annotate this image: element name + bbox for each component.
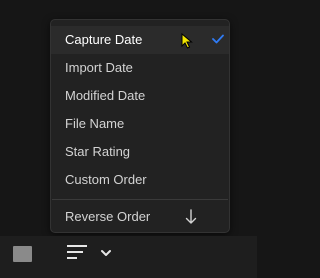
menu-item-label: File Name (65, 116, 125, 131)
menu-item-label: Import Date (65, 60, 133, 75)
reverse-order-label: Reverse Order (65, 209, 151, 224)
square-view-icon[interactable] (13, 246, 32, 262)
menu-divider (52, 199, 228, 200)
bottom-toolbar (0, 236, 257, 278)
arrow-down-icon (185, 209, 197, 224)
menu-item-reverse-order[interactable]: Reverse Order (51, 203, 229, 231)
menu-item-capture-date[interactable]: Capture Date (51, 26, 229, 54)
menu-item-label: Custom Order (65, 172, 147, 187)
menu-item-label: Capture Date (65, 32, 143, 47)
menu-item-import-date[interactable]: Import Date (51, 54, 229, 82)
sort-button[interactable] (62, 240, 116, 268)
app-window: Capture Date Import Date Modified Date F… (0, 0, 257, 278)
check-icon (212, 34, 224, 44)
menu-item-file-name[interactable]: File Name (51, 110, 229, 138)
menu-item-label: Star Rating (65, 144, 131, 159)
mouse-pointer-icon (181, 33, 193, 49)
menu-item-custom-order[interactable]: Custom Order (51, 166, 229, 194)
menu-item-label: Modified Date (65, 88, 146, 103)
menu-item-modified-date[interactable]: Modified Date (51, 82, 229, 110)
menu-item-star-rating[interactable]: Star Rating (51, 138, 229, 166)
sort-menu: Capture Date Import Date Modified Date F… (50, 19, 230, 233)
chevron-down-icon (101, 250, 111, 256)
